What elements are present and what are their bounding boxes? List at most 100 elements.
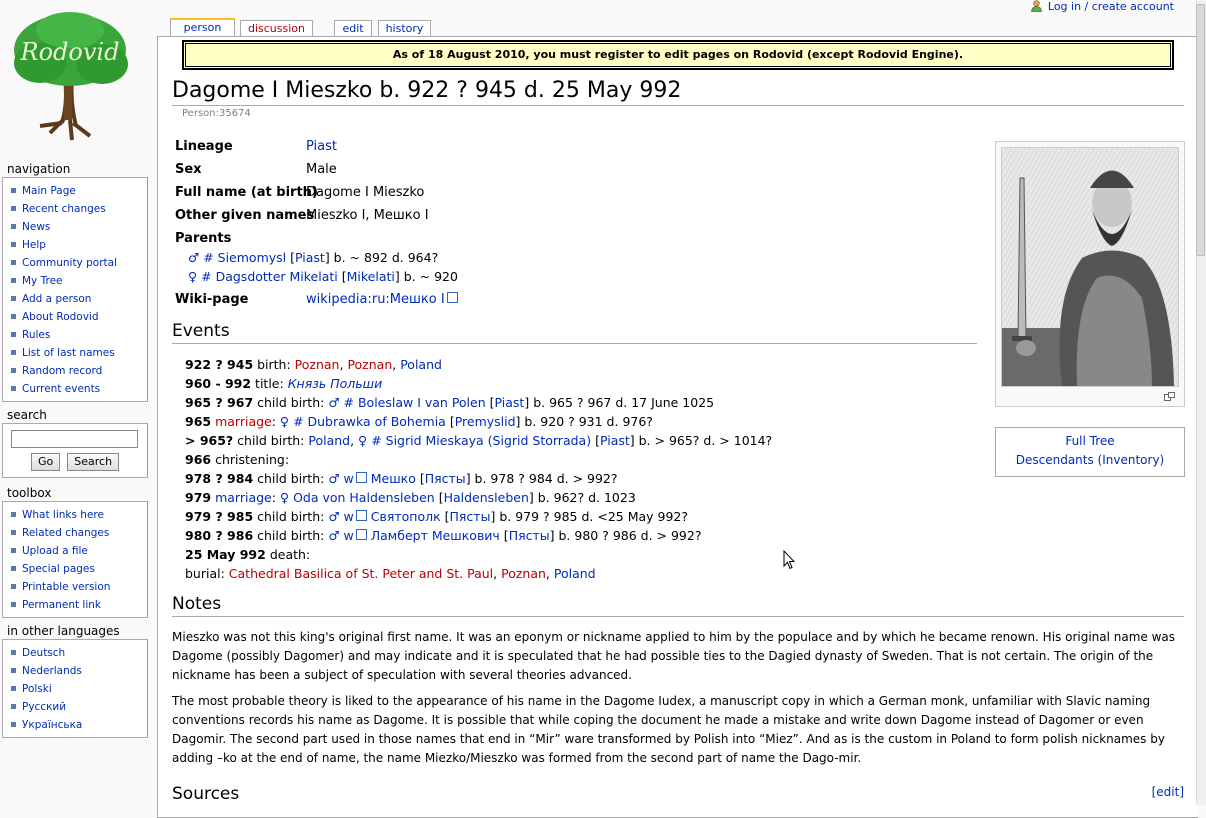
place-link[interactable]: Poland	[308, 433, 350, 448]
nav-link[interactable]: List of last names	[22, 347, 115, 359]
nav-item-rules[interactable]: Rules	[3, 326, 147, 344]
wiki-w-link[interactable]: w	[344, 509, 354, 524]
tool-link[interactable]: Printable version	[22, 581, 110, 593]
lang-nederlands[interactable]: Nederlands	[3, 662, 147, 680]
tool-printable-version[interactable]: Printable version	[3, 578, 147, 596]
tab-history[interactable]: history	[378, 20, 431, 37]
nav-item-current-events[interactable]: Current events	[3, 380, 147, 398]
lang-deutsch[interactable]: Deutsch	[3, 644, 147, 662]
rodovid-logo[interactable]: Rodovid	[10, 8, 130, 143]
tab-person-label[interactable]: person	[184, 21, 222, 34]
nav-item-last-names[interactable]: List of last names	[3, 344, 147, 362]
tab-history-label[interactable]: history	[386, 22, 424, 35]
lang-link[interactable]: Nederlands	[22, 665, 82, 677]
sources-edit-link[interactable]: [edit]	[1152, 785, 1184, 799]
search-input[interactable]	[11, 430, 138, 448]
nav-item-recent-changes[interactable]: Recent changes	[3, 200, 147, 218]
tool-link[interactable]: Related changes	[22, 527, 109, 539]
marriage-link[interactable]: marriage	[215, 414, 272, 429]
nav-link[interactable]: Rules	[22, 329, 50, 341]
mother-link[interactable]: # Dagsdotter Mikelati	[201, 269, 338, 284]
login-link[interactable]: Log in / create account	[1048, 0, 1174, 13]
nav-item-my-tree[interactable]: My Tree	[3, 272, 147, 290]
lineage-link[interactable]: Пясты	[425, 471, 466, 486]
tool-related-changes[interactable]: Related changes	[3, 524, 147, 542]
tab-discussion[interactable]: discussion	[240, 20, 313, 37]
nav-link[interactable]: Main Page	[22, 185, 76, 197]
nav-item-news[interactable]: News	[3, 218, 147, 236]
tool-what-links-here[interactable]: What links here	[3, 506, 147, 524]
nav-link[interactable]: My Tree	[22, 275, 63, 287]
person-link[interactable]: Oda von Haldensleben	[293, 490, 435, 505]
lineage-link[interactable]: Piast	[306, 139, 337, 154]
tab-discussion-label[interactable]: discussion	[248, 22, 305, 35]
nav-link[interactable]: News	[22, 221, 50, 233]
full-tree-link[interactable]: Full Tree	[1065, 434, 1114, 448]
lineage-link[interactable]: Premyslid	[455, 414, 516, 429]
father-lineage-link[interactable]: Piast	[295, 250, 325, 265]
nav-item-about[interactable]: About Rodovid	[3, 308, 147, 326]
magnify-icon[interactable]	[1164, 392, 1175, 401]
tool-link[interactable]: Permanent link	[22, 599, 101, 611]
nav-link[interactable]: Recent changes	[22, 203, 106, 215]
lang-polski[interactable]: Polski	[3, 680, 147, 698]
tool-upload-file[interactable]: Upload a file	[3, 542, 147, 560]
vertical-scrollbar[interactable]	[1196, 0, 1206, 805]
wiki-link[interactable]: wikipedia:ru:Мешко I	[306, 292, 445, 307]
tab-edit-label[interactable]: edit	[342, 22, 363, 35]
lang-link[interactable]: Українська	[22, 719, 82, 731]
lang-link[interactable]: Polski	[22, 683, 52, 695]
go-button[interactable]: Go	[31, 453, 61, 471]
title-link[interactable]: Князь Польши	[288, 376, 383, 391]
portrait-image[interactable]	[1001, 147, 1179, 387]
tab-person[interactable]: person	[170, 18, 235, 38]
nav-link[interactable]: Random record	[22, 365, 102, 377]
lineage-link[interactable]: Пясты	[509, 528, 550, 543]
lang-russian[interactable]: Русский	[3, 698, 147, 716]
tool-link[interactable]: Upload a file	[22, 545, 88, 557]
tool-link[interactable]: What links here	[22, 509, 104, 521]
person-link[interactable]: Ламберт Мешкович	[371, 528, 500, 543]
place-link[interactable]: Poznan	[295, 357, 340, 372]
nav-link[interactable]: Current events	[22, 383, 100, 395]
person-link[interactable]: Мешко	[371, 471, 416, 486]
lang-link[interactable]: Deutsch	[22, 647, 65, 659]
nav-item-community-portal[interactable]: Community portal	[3, 254, 147, 272]
place-link[interactable]: Poland	[554, 566, 596, 581]
person-link[interactable]: # Dubrawka of Bohemia	[293, 414, 446, 429]
lineage-link[interactable]: Piast	[495, 395, 525, 410]
nav-link[interactable]: About Rodovid	[22, 311, 99, 323]
mother-lineage-link[interactable]: Mikelati	[347, 269, 395, 284]
search-button[interactable]: Search	[67, 453, 120, 471]
nav-item-help[interactable]: Help	[3, 236, 147, 254]
nav-link[interactable]: Add a person	[22, 293, 91, 305]
person-link[interactable]: # Sigrid Mieskaya (Sigrid Storrada)	[371, 433, 591, 448]
nav-item-main-page[interactable]: Main Page	[3, 182, 147, 200]
tool-link[interactable]: Special pages	[22, 563, 95, 575]
nav-link[interactable]: Help	[22, 239, 46, 251]
lineage-link[interactable]: Piast	[600, 433, 630, 448]
lang-ukrainian[interactable]: Українська	[3, 716, 147, 734]
wiki-w-link[interactable]: w	[344, 471, 354, 486]
person-link[interactable]: # Boleslaw I van Polen	[344, 395, 486, 410]
lineage-link[interactable]: Haldensleben	[444, 490, 529, 505]
nav-link[interactable]: Community portal	[22, 257, 117, 269]
father-link[interactable]: # Siemomysl	[203, 250, 286, 265]
nav-item-add-person[interactable]: Add a person	[3, 290, 147, 308]
person-link[interactable]: Святополк	[371, 509, 441, 524]
tool-special-pages[interactable]: Special pages	[3, 560, 147, 578]
place-link[interactable]: Cathedral Basilica of St. Peter and St. …	[229, 566, 493, 581]
tool-permanent-link[interactable]: Permanent link	[3, 596, 147, 614]
scrollbar-thumb[interactable]	[1196, 4, 1205, 256]
wiki-w-link[interactable]: w	[344, 528, 354, 543]
descendants-link[interactable]: Descendants (Inventory)	[1016, 453, 1165, 467]
nav-item-random-record[interactable]: Random record	[3, 362, 147, 380]
place-link[interactable]: Poznan	[501, 566, 546, 581]
lang-link[interactable]: Русский	[22, 701, 66, 713]
event-death: 25 May 992 death:	[185, 546, 310, 564]
place-link[interactable]: Poznan	[347, 357, 392, 372]
place-link[interactable]: Poland	[400, 357, 442, 372]
tab-edit[interactable]: edit	[334, 20, 372, 37]
lineage-link[interactable]: Пясты	[450, 509, 491, 524]
marriage-link[interactable]: marriage	[215, 490, 272, 505]
